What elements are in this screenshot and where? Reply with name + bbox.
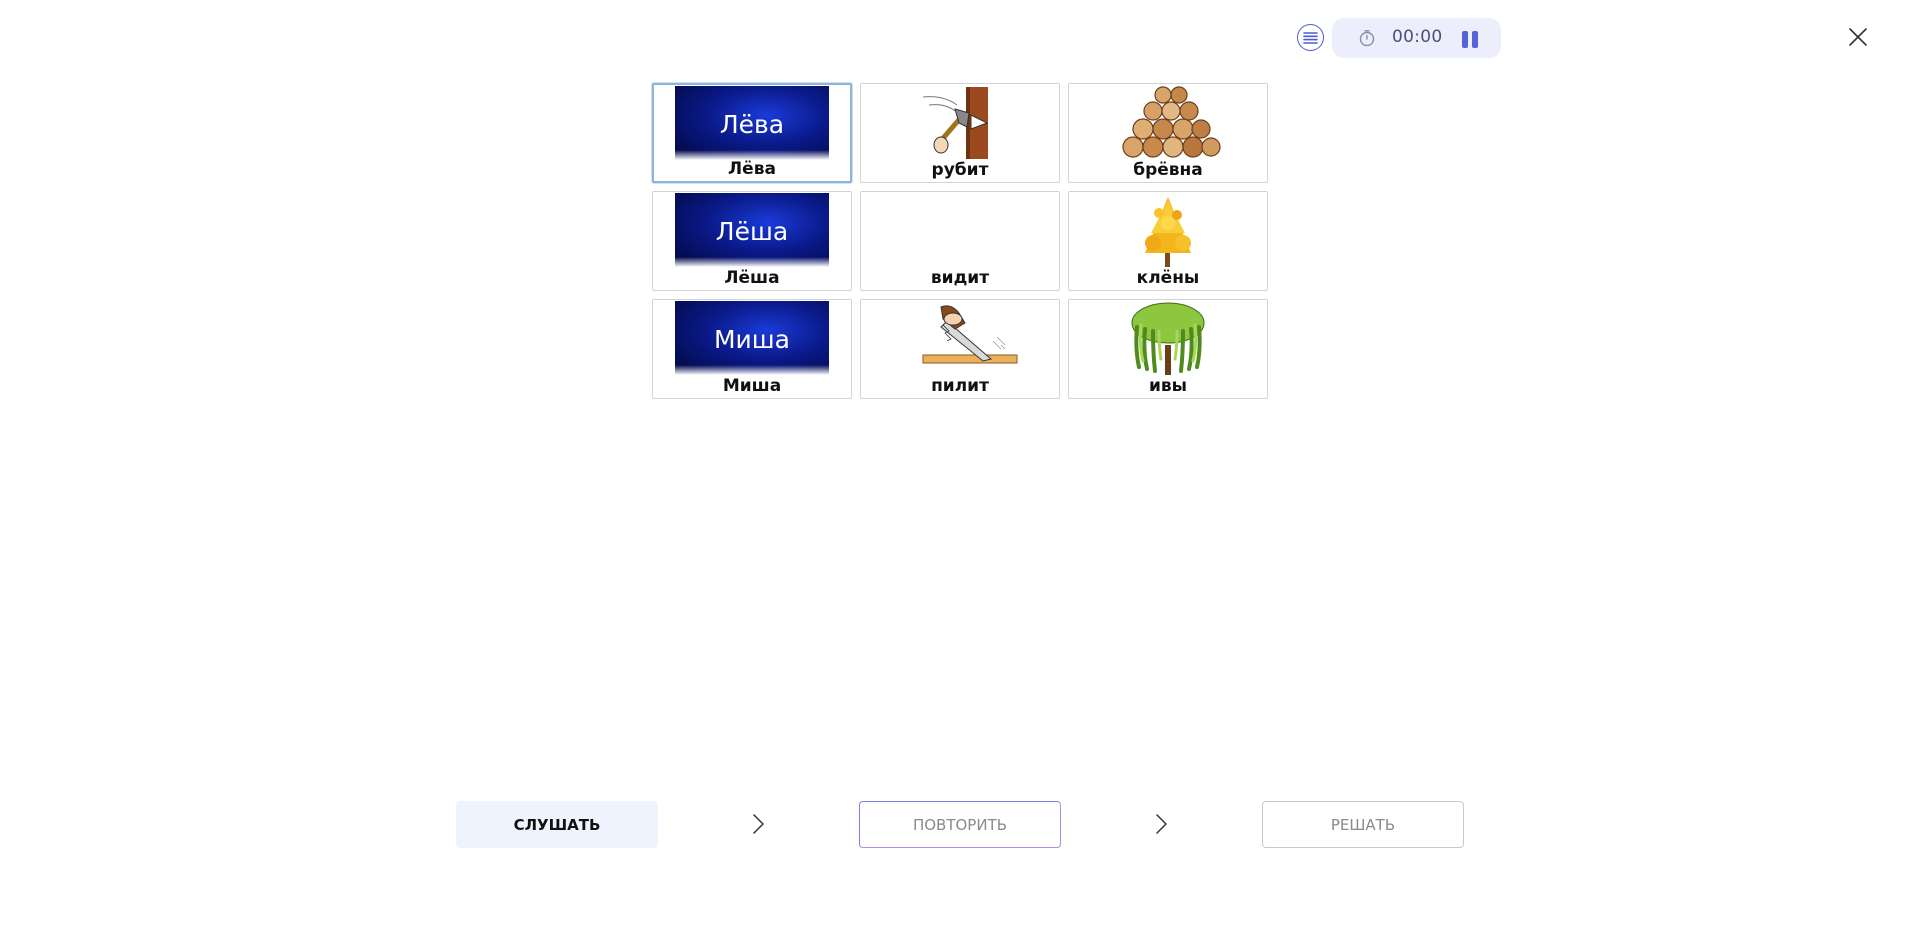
list-button[interactable]: [1297, 24, 1324, 51]
timer-panel: 00:00: [1332, 18, 1501, 58]
word-card-label: Лёва: [728, 159, 776, 179]
word-card-vidit[interactable]: видит: [860, 191, 1060, 291]
chevron-right-icon: [1156, 814, 1167, 834]
solve-button[interactable]: РЕШАТЬ: [1262, 801, 1464, 848]
pause-button[interactable]: [1458, 28, 1482, 50]
pause-icon: [1472, 30, 1478, 48]
repeat-button[interactable]: ПОВТОРИТЬ: [859, 801, 1061, 848]
word-card-label: пилит: [931, 376, 989, 396]
word-card-pilit[interactable]: пилит: [860, 299, 1060, 399]
word-card-label: рубит: [931, 160, 989, 180]
stopwatch-icon: [1359, 30, 1375, 47]
word-card-label: Лёша: [724, 268, 780, 288]
name-image-text: Миша: [713, 325, 790, 354]
word-card-rubit[interactable]: рубит: [860, 83, 1060, 183]
word-card-kleny[interactable]: клёны: [1068, 191, 1268, 291]
word-card-grid: Лёва Лёва рубит брёвна Лёша Лёша видит к…: [652, 83, 1268, 399]
willow-tree-image: [1131, 302, 1205, 375]
maple-tree-image: [1145, 197, 1191, 267]
word-card-brevna[interactable]: брёвна: [1068, 83, 1268, 183]
exercise-screen: 00:00 Лёва Лёва рубит брёвна Лёша Лёша в…: [0, 0, 1920, 941]
chevron-right-icon: [753, 814, 764, 834]
listen-button[interactable]: СЛУШАТЬ: [456, 801, 658, 848]
name-image: Лёва: [675, 86, 829, 160]
word-card-label: ивы: [1148, 376, 1188, 396]
word-card-label: Миша: [722, 376, 782, 396]
name-image-text: Лёша: [715, 217, 789, 246]
word-card-label: брёвна: [1133, 160, 1203, 180]
list-icon: [1303, 31, 1318, 44]
name-image: Лёша: [675, 193, 829, 267]
axe-chopping-image: [922, 87, 989, 159]
timer-value: 00:00: [1392, 27, 1443, 47]
log-pile-image: [1122, 86, 1221, 158]
name-image-text: Лёва: [719, 110, 785, 139]
word-card-leva[interactable]: Лёва Лёва: [652, 83, 852, 183]
close-icon[interactable]: [1845, 24, 1871, 50]
word-card-label: клёны: [1136, 268, 1200, 288]
word-card-ivy[interactable]: ивы: [1068, 299, 1268, 399]
name-image: Миша: [675, 301, 829, 375]
word-card-lesha[interactable]: Лёша Лёша: [652, 191, 852, 291]
word-card-misha[interactable]: Миша Миша: [652, 299, 852, 399]
word-card-label: видит: [930, 268, 990, 288]
hand-saw-image: [922, 305, 1018, 364]
pause-icon: [1462, 30, 1468, 48]
